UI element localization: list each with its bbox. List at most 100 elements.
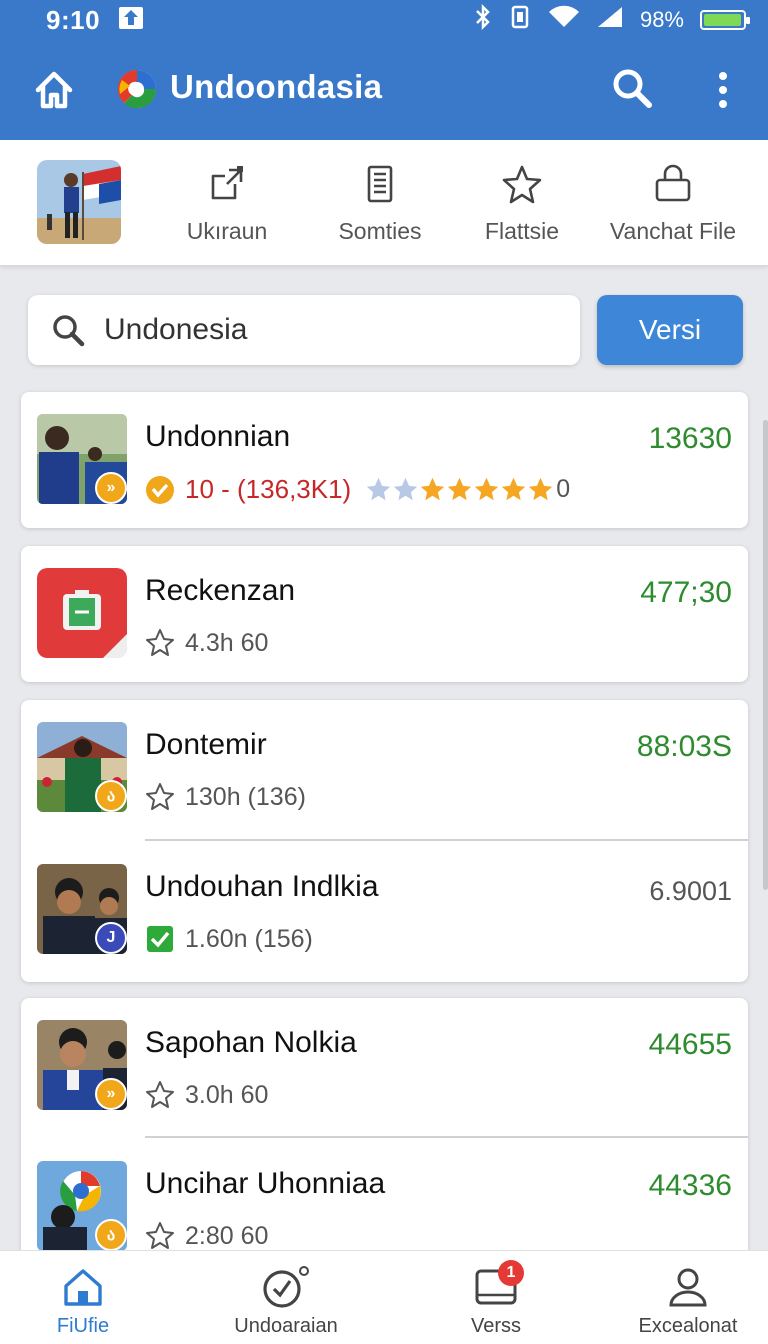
app-title: Undoondasia — [170, 68, 383, 105]
item-rating: 1.60n (156) — [185, 924, 313, 953]
category-tab-strip: Ukıraun Somties Flattsie Vanchat File — [0, 140, 768, 266]
item-value: 6.9001 — [649, 876, 732, 906]
item-meta: 2:80 60 — [145, 1221, 268, 1251]
status-badge: » — [95, 1078, 127, 1110]
item-rating: 130h (136) — [185, 782, 306, 811]
tab-flattsie[interactable]: Flattsie — [478, 164, 566, 245]
status-bar: 9:10 98% — [0, 0, 768, 40]
notification-badge: 1 — [498, 1260, 524, 1286]
item-value: 477;30 — [640, 576, 732, 609]
item-name: Dontemir — [145, 728, 267, 761]
status-badge: ა — [95, 780, 127, 812]
star-outline-icon — [146, 1222, 174, 1249]
star-outline-icon — [146, 783, 174, 810]
signal-icon — [596, 5, 624, 35]
item-meta: 10 - (136,3K1) 0 — [145, 474, 570, 505]
profile-thumbnail[interactable] — [37, 160, 121, 244]
tab-ukiraun[interactable]: Ukıraun — [180, 164, 274, 245]
search-icon[interactable] — [610, 66, 654, 110]
list-item[interactable]: J Undouhan Indlkia 6.9001 1.60n (156) — [21, 842, 748, 982]
status-badge: ა — [95, 1219, 127, 1251]
bluetooth-icon — [474, 3, 492, 37]
star-icon — [475, 477, 499, 501]
item-rating-text: 10 - (136,3K1) — [185, 474, 352, 504]
check-circle-icon — [263, 1266, 309, 1308]
result-card: ა Dontemir 88:03S 130h (136) J Undouhan … — [21, 700, 748, 982]
item-name: Uncihar Uhonniaa — [145, 1167, 386, 1200]
item-value: 44336 — [648, 1169, 732, 1202]
star-outline-icon — [502, 165, 542, 204]
star-rating — [365, 476, 554, 503]
item-value: 13630 — [648, 422, 732, 455]
home-icon — [64, 1269, 102, 1306]
star-icon — [502, 477, 526, 501]
star-icon — [448, 477, 472, 501]
item-name: Reckenzan — [145, 574, 296, 607]
search-input[interactable] — [104, 313, 544, 347]
rating-suffix: 0 — [556, 475, 571, 503]
item-value: 88:03S — [636, 730, 732, 763]
tab-vanchat-file[interactable]: Vanchat File — [606, 164, 740, 245]
tab-label: Somties — [338, 218, 422, 244]
star-icon — [529, 477, 553, 501]
home-icon[interactable] — [32, 68, 76, 112]
item-rating: 3.0h 60 — [185, 1080, 269, 1109]
battery-icon — [700, 10, 750, 30]
star-outline-icon — [146, 629, 174, 656]
star-icon — [367, 477, 391, 501]
search-bar — [28, 295, 580, 365]
item-thumbnail — [37, 568, 127, 658]
nav-label: Verss — [470, 1315, 522, 1337]
nav-item-home[interactable]: FiUfie — [48, 1265, 118, 1338]
tab-label: Flattsie — [484, 218, 560, 244]
person-icon — [669, 1268, 707, 1307]
lock-box-icon — [655, 164, 691, 202]
star-icon — [421, 477, 445, 501]
status-badge: » — [95, 472, 127, 504]
battery-percent: 98% — [639, 7, 684, 32]
nav-label: Excealonat — [638, 1315, 738, 1337]
status-time: 9:10 — [46, 4, 101, 35]
result-card: Reckenzan 477;30 4.3h 60 — [21, 546, 748, 682]
item-name: Undouhan Indlkia — [145, 870, 379, 903]
tab-somties[interactable]: Somties — [332, 164, 428, 245]
vibrate-icon — [508, 4, 532, 36]
row-divider — [145, 1136, 748, 1138]
item-meta: 130h (136) — [145, 782, 306, 812]
item-rating: 4.3h 60 — [185, 628, 269, 657]
item-value: 44655 — [648, 1028, 732, 1061]
status-badge: J — [95, 922, 127, 954]
tab-label: Ukıraun — [186, 218, 268, 244]
document-list-icon — [367, 165, 393, 203]
result-card: » Undonnian 13630 10 - (136,3K1) 0 — [21, 392, 748, 528]
list-item[interactable]: » Sapohan Nolkia 44655 3.0h 60 — [21, 998, 748, 1138]
wifi-icon — [548, 5, 580, 35]
row-divider — [145, 839, 748, 841]
item-name: Sapohan Nolkia — [145, 1026, 357, 1059]
checkbox-checked-icon — [147, 926, 173, 952]
bottom-navigation: FiUfie Undoaraian Verss Excealonat — [0, 1250, 768, 1344]
scrollbar[interactable] — [763, 420, 768, 890]
list-item[interactable]: » Undonnian 13630 10 - (136,3K1) 0 — [21, 392, 748, 528]
tab-label: Vanchat File — [609, 218, 737, 244]
list-item[interactable]: ა Dontemir 88:03S 130h (136) — [21, 700, 748, 840]
nav-label: FiUfie — [56, 1315, 110, 1337]
nav-item-excealonat[interactable]: Excealonat — [636, 1265, 740, 1338]
item-meta: 3.0h 60 — [145, 1080, 268, 1110]
versi-button[interactable]: Versi — [597, 295, 743, 365]
nav-item-undoaraian[interactable]: Undoaraian — [226, 1265, 346, 1338]
more-options-icon[interactable] — [706, 68, 740, 112]
search-icon — [53, 315, 85, 347]
item-name: Undonnian — [145, 420, 291, 453]
check-badge-icon — [146, 475, 174, 504]
share-export-icon — [211, 166, 243, 200]
notification-icon — [118, 6, 144, 35]
nav-label: Undoaraian — [234, 1315, 338, 1337]
item-rating: 2:80 60 — [185, 1221, 269, 1250]
item-meta: 1.60n (156) — [145, 924, 313, 954]
item-meta: 4.3h 60 — [145, 628, 268, 658]
app-bar: Undoondasia — [0, 40, 768, 140]
list-item[interactable]: Reckenzan 477;30 4.3h 60 — [21, 546, 748, 682]
star-outline-icon — [146, 1081, 174, 1108]
star-icon — [394, 477, 418, 501]
